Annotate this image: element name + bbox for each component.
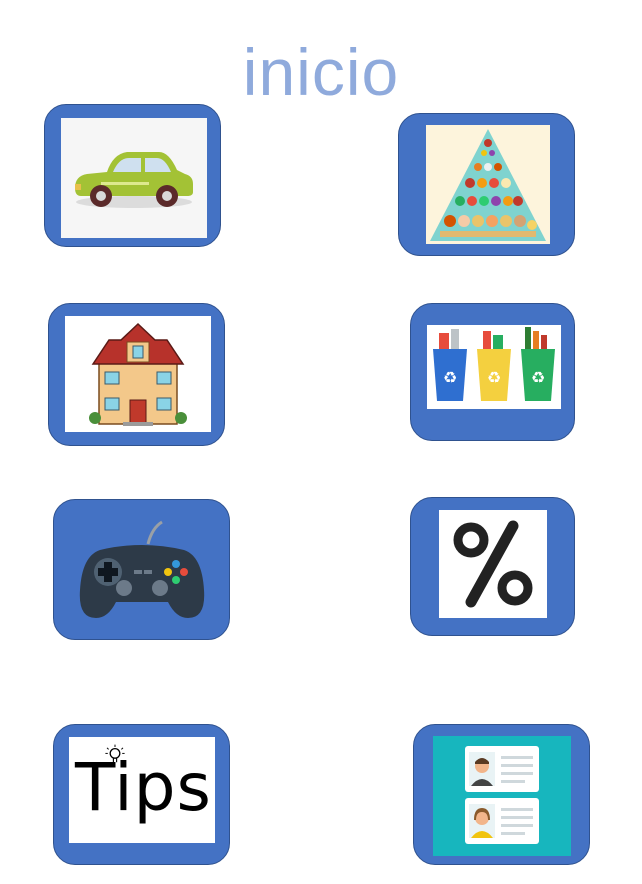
percent-button[interactable] <box>410 497 575 636</box>
food-pyramid-icon <box>426 125 550 244</box>
percent-icon <box>439 510 547 618</box>
house-button[interactable] <box>48 303 225 446</box>
svg-text:♻: ♻ <box>531 368 545 387</box>
food-pyramid-button[interactable] <box>398 113 575 256</box>
svg-text:♻: ♻ <box>487 368 501 387</box>
recycling-button[interactable]: ♻ ♻ ♻ <box>410 303 575 441</box>
svg-text:♻: ♻ <box>443 368 457 387</box>
house-icon <box>65 316 211 432</box>
games-button[interactable] <box>53 499 230 640</box>
lightbulb-icon <box>105 744 125 763</box>
car-button[interactable] <box>44 104 221 247</box>
car-icon <box>61 118 207 238</box>
recycling-bins-icon: ♻ ♻ ♻ <box>427 325 561 409</box>
tips-button[interactable]: Tips <box>53 724 230 865</box>
page-title: inicio <box>242 35 400 109</box>
tips-label: Tips <box>75 749 212 826</box>
gamepad-icon <box>78 514 206 624</box>
tips-card: Tips <box>69 737 215 843</box>
profile-cards-icon <box>433 736 571 856</box>
profiles-button[interactable] <box>413 724 590 865</box>
